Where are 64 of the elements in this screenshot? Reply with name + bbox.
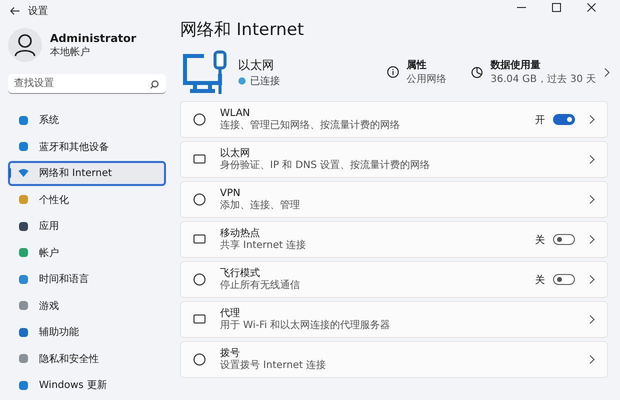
chevron-icon[interactable] (589, 275, 595, 284)
setting-description: 停止所有无线通信 (220, 280, 301, 292)
toggle-switch[interactable] (553, 274, 575, 285)
chevron-icon[interactable] (589, 355, 595, 364)
connection-status: 已连接 (250, 74, 280, 88)
sidebar-item[interactable]: 游戏 (8, 294, 166, 318)
sidebar-item[interactable]: 蓝牙和其他设备 (8, 134, 166, 159)
settings-row[interactable]: 飞行模式 停止所有无线通信 关 (180, 261, 608, 298)
setting-description: 用于 Wi-Fi 和以太网连接的代理服务器 (220, 320, 392, 332)
chevron-icon[interactable] (589, 315, 595, 324)
settings-row[interactable]: WLAN 连接、管理已知网络、按流量计费的网络 开 (180, 101, 608, 138)
settings-row[interactable]: 以太网 身份验证、IP 和 DNS 设置、按流量计费的网络 (180, 141, 608, 178)
page-title: 网络和 Internet (180, 19, 305, 41)
sidebar-item[interactable]: 辅助功能 (8, 320, 166, 344)
maximize-icon[interactable] (552, 2, 561, 12)
chevron-icon[interactable] (589, 155, 595, 164)
toggle-state-label: 开 (535, 114, 545, 126)
setting-title: 代理 (220, 308, 241, 320)
toggle-state-label: 关 (535, 234, 545, 246)
setting-title: 飞行模式 (220, 268, 261, 280)
setting-title: 移动热点 (220, 228, 261, 240)
info-icon (386, 66, 398, 78)
avatar (8, 28, 42, 62)
sidebar-item[interactable]: 系统 (8, 108, 166, 132)
settings-row[interactable]: 移动热点 共享 Internet 连接 关 (180, 221, 608, 258)
chevron-icon[interactable] (589, 115, 595, 124)
toggle-switch[interactable] (553, 114, 575, 125)
setting-description: 连接、管理已知网络、按流量计费的网络 (220, 120, 401, 132)
setting-title: 以太网 (220, 148, 251, 160)
pie-chart-icon (470, 66, 482, 78)
sidebar-item[interactable]: Windows 更新 (8, 373, 166, 398)
setting-title: VPN (220, 188, 242, 200)
setting-title: 拨号 (220, 348, 241, 360)
toggle-state-label: 关 (535, 274, 545, 286)
data-usage-title: 数据使用量 (490, 58, 542, 72)
setting-description: 共享 Internet 连接 (220, 240, 308, 252)
sidebar-item[interactable]: 网络和 Internet (8, 161, 166, 186)
toggle-switch[interactable] (553, 234, 575, 245)
account-type: 本地帐户 (50, 46, 91, 58)
back-arrow-icon[interactable] (10, 7, 20, 15)
data-usage-value: 36.04 GB，过去 30 天 (490, 72, 596, 86)
chevron-icon[interactable] (589, 235, 595, 244)
sidebar-item[interactable]: 时间和语言 (8, 267, 166, 292)
setting-description: 身份验证、IP 和 DNS 设置、按流量计费的网络 (220, 160, 432, 172)
setting-title: WLAN (220, 108, 252, 120)
setting-description: 设置拨号 Internet 连接 (220, 360, 328, 372)
chevron-icon[interactable] (604, 68, 610, 76)
window-title: 设置 (28, 4, 48, 18)
sidebar-item[interactable]: 隐私和安全性 (8, 346, 166, 371)
properties-title: 属性 (406, 58, 428, 72)
properties-value: 公用网络 (406, 73, 446, 86)
account-name: Administrator (50, 32, 136, 44)
close-icon[interactable] (587, 2, 596, 12)
search-icon (150, 80, 159, 89)
sidebar-item[interactable]: 个性化 (8, 188, 166, 212)
sidebar-item[interactable]: 帐户 (8, 240, 166, 265)
chevron-icon[interactable] (589, 195, 595, 204)
search-field[interactable]: 查找设置 (8, 74, 166, 94)
settings-row[interactable]: VPN 添加、连接、管理 (180, 181, 608, 218)
connection-name: 以太网 (238, 56, 275, 74)
settings-row[interactable]: 代理 用于 Wi-Fi 和以太网连接的代理服务器 (180, 301, 608, 338)
settings-row[interactable]: 拨号 设置拨号 Internet 连接 (180, 341, 608, 378)
setting-description: 添加、连接、管理 (220, 200, 301, 212)
sidebar-item[interactable]: 应用 (8, 214, 166, 238)
